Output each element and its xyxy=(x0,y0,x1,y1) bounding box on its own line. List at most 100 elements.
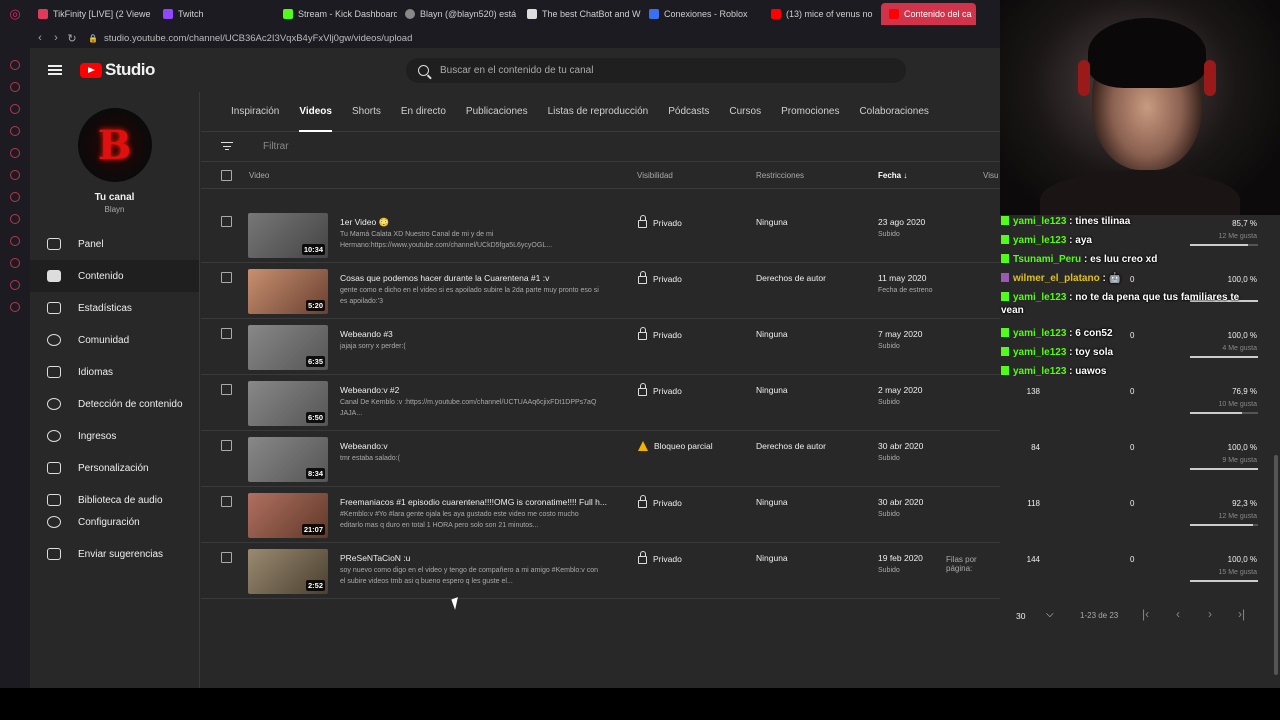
rows-per-page-label: Filas por página: xyxy=(946,555,977,573)
nav-item-content[interactable]: Contenido xyxy=(30,260,199,292)
video-thumbnail[interactable]: 6:35 xyxy=(248,325,328,370)
video-thumbnail[interactable]: 10:34 xyxy=(248,213,328,258)
visibility-cell[interactable]: Bloqueo parcial xyxy=(638,441,713,451)
kick-badge-icon xyxy=(1001,235,1009,244)
video-thumbnail[interactable]: 5:20 xyxy=(248,269,328,314)
url-text[interactable]: studio.youtube.com/channel/UCB36Ac2I3Vqx… xyxy=(104,33,412,44)
search-input[interactable]: Buscar en el contenido de tu canal xyxy=(406,58,906,83)
nav-item-panel[interactable]: Panel xyxy=(30,228,199,260)
reload-icon[interactable]: ↻ xyxy=(64,32,80,45)
column-restrictions[interactable]: Restricciones xyxy=(756,171,804,180)
filter-bar[interactable]: Filtrar xyxy=(201,132,1000,162)
last-page-icon[interactable]: ›| xyxy=(1238,607,1245,621)
nav-item-customization[interactable]: Personalización xyxy=(30,452,199,484)
nav-item-earn[interactable]: Ingresos xyxy=(30,420,199,452)
row-checkbox[interactable] xyxy=(221,496,232,507)
next-page-icon[interactable]: › xyxy=(1208,607,1212,621)
sidebar-app-icon[interactable] xyxy=(10,82,20,92)
row-checkbox[interactable] xyxy=(221,440,232,451)
sidebar-app-icon[interactable] xyxy=(10,192,20,202)
row-checkbox[interactable] xyxy=(221,272,232,283)
sidebar-app-icon[interactable] xyxy=(10,104,20,114)
row-checkbox[interactable] xyxy=(221,216,232,227)
sidebar-app-icon[interactable] xyxy=(10,280,20,290)
table-row[interactable]: 21:07 Freemaniacos #1 episodio cuarentena… xyxy=(201,487,1000,543)
table-row[interactable]: 6:35 Webeando #3 jajaja sorry x perder:(Pr… xyxy=(201,319,1000,375)
visibility-cell[interactable]: Privado xyxy=(638,495,682,508)
tab-collaborations[interactable]: Colaboraciones xyxy=(849,92,939,132)
tab-live[interactable]: En directo xyxy=(391,92,456,132)
visibility-cell[interactable]: Privado xyxy=(638,383,682,396)
comments-cell: 0 xyxy=(1130,499,1135,508)
video-thumbnail[interactable]: 6:50 xyxy=(248,381,328,426)
video-title[interactable]: Webeando #3 xyxy=(340,329,610,339)
browser-tab[interactable]: Blayn (@blayn520) está xyxy=(397,3,519,25)
sidebar-app-icon[interactable] xyxy=(10,214,20,224)
browser-tab-active[interactable]: Contenido del ca xyxy=(881,3,976,25)
column-video[interactable]: Video xyxy=(249,171,269,180)
tab-playlists[interactable]: Listas de reproducción xyxy=(538,92,659,132)
sidebar-app-icon[interactable] xyxy=(10,126,20,136)
tab-podcasts[interactable]: Pódcasts xyxy=(658,92,719,132)
sidebar-app-icon[interactable] xyxy=(10,302,20,312)
nav-item-settings[interactable]: Configuración xyxy=(30,506,200,538)
tab-videos[interactable]: Videos xyxy=(289,92,342,132)
row-checkbox[interactable] xyxy=(221,384,232,395)
scrollbar[interactable] xyxy=(1274,455,1278,675)
nav-item-languages[interactable]: Idiomas xyxy=(30,356,199,388)
browser-tab[interactable]: Twitch xyxy=(155,3,275,25)
sidebar-app-icon[interactable] xyxy=(10,258,20,268)
browser-tab[interactable]: The best ChatBot and W xyxy=(519,3,641,25)
studio-logo[interactable]: Studio xyxy=(80,60,155,80)
column-visibility[interactable]: Visibilidad xyxy=(637,171,673,180)
table-row[interactable]: 6:50 Webeando:v #2 Canal De Kemblo :v :htt… xyxy=(201,375,1000,431)
rows-per-page-select[interactable]: 30 xyxy=(1016,611,1025,621)
kick-badge-icon xyxy=(1001,347,1009,356)
tab-inspiration[interactable]: Inspiración xyxy=(221,92,289,132)
video-title[interactable]: Webeando:v #2 xyxy=(340,385,610,395)
chat-overlay: yami_le123 : tines tilinaa yami_le123 : a… xyxy=(1000,212,1258,380)
video-title[interactable]: Freemaniacos #1 episodio cuarentena!!!!O… xyxy=(340,497,610,507)
tab-posts[interactable]: Publicaciones xyxy=(456,92,538,132)
table-row[interactable]: 10:34 1er Video 😳 Tu Mamá Calata XD Nuestr… xyxy=(201,207,1000,263)
prev-page-icon[interactable]: ‹ xyxy=(1176,607,1180,621)
sidebar-app-icon[interactable] xyxy=(10,148,20,158)
back-icon[interactable]: ‹ xyxy=(32,32,48,44)
nav-item-analytics[interactable]: Estadísticas xyxy=(30,292,199,324)
row-checkbox[interactable] xyxy=(221,328,232,339)
tab-shorts[interactable]: Shorts xyxy=(342,92,391,132)
visibility-cell[interactable]: Privado xyxy=(638,271,682,284)
visibility-cell[interactable]: Privado xyxy=(638,327,682,340)
video-title[interactable]: Cosas que podemos hacer durante la Cuare… xyxy=(340,273,610,283)
browser-logo-icon[interactable]: ◎ xyxy=(0,0,30,28)
nav-item-community[interactable]: Comunidad xyxy=(30,324,199,356)
column-date[interactable]: Fecha ↓ xyxy=(878,171,907,180)
forward-icon[interactable]: › xyxy=(48,32,64,44)
column-views[interactable]: Visu xyxy=(983,171,998,180)
tab-promotions[interactable]: Promociones xyxy=(771,92,849,132)
browser-tab[interactable]: TikFinity [LIVE] (2 Viewe xyxy=(30,3,155,25)
menu-icon[interactable] xyxy=(30,48,80,92)
select-all-checkbox[interactable] xyxy=(221,170,232,181)
sidebar-app-icon[interactable] xyxy=(10,236,20,246)
chevron-down-icon[interactable]: ⌵ xyxy=(1046,609,1054,620)
nav-item-content-detection[interactable]: Detección de contenido xyxy=(30,388,199,420)
video-title[interactable]: 1er Video 😳 xyxy=(340,217,610,228)
sidebar-app-icon[interactable] xyxy=(10,170,20,180)
filter-icon[interactable] xyxy=(221,142,233,151)
table-row[interactable]: 8:34 Webeando:v tmr estaba salado:(Bloqueo… xyxy=(201,431,1000,487)
tab-courses[interactable]: Cursos xyxy=(719,92,771,132)
browser-tab[interactable]: Conexiones - Roblox xyxy=(641,3,763,25)
visibility-cell[interactable]: Privado xyxy=(638,215,682,228)
video-thumbnail[interactable]: 21:07 xyxy=(248,493,328,538)
nav-item-feedback[interactable]: Enviar sugerencias xyxy=(30,538,200,570)
sidebar-app-icon[interactable] xyxy=(10,60,20,70)
browser-tab[interactable]: (13) mice of venus no xyxy=(763,3,881,25)
video-title[interactable]: Webeando:v xyxy=(340,441,610,451)
browser-tab[interactable]: Stream - Kick Dashboard xyxy=(275,3,397,25)
filter-input[interactable]: Filtrar xyxy=(263,141,289,152)
video-thumbnail[interactable]: 8:34 xyxy=(248,437,328,482)
table-row[interactable]: 5:20 Cosas que podemos hacer durante la C… xyxy=(201,263,1000,319)
channel-avatar[interactable]: B xyxy=(77,108,152,182)
first-page-icon[interactable]: |‹ xyxy=(1142,607,1149,621)
